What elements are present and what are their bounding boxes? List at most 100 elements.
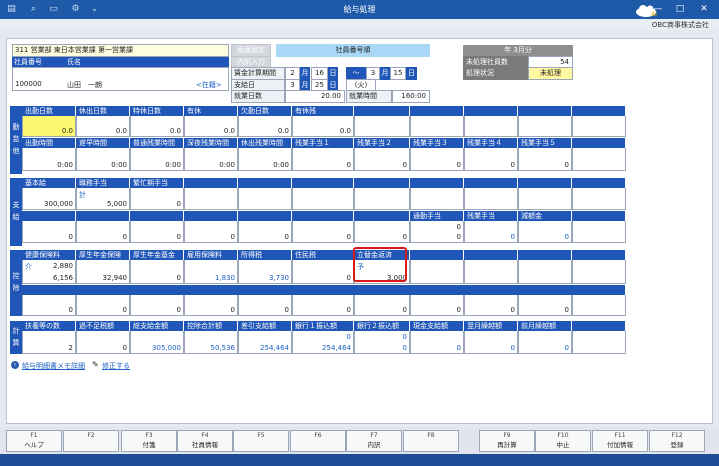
- edit-link[interactable]: 修正する: [102, 361, 130, 371]
- deductions-header: [464, 250, 518, 260]
- department-label: 311 営業部 東日本営業課 第一営業課: [12, 44, 229, 57]
- attendance-header: 遅早時間: [76, 138, 130, 148]
- deductions-value: 0: [122, 306, 127, 314]
- fkey-number: F6: [314, 432, 322, 439]
- payments-cell[interactable]: [238, 188, 292, 210]
- payments-header: [572, 178, 626, 188]
- expand-icon[interactable]: ›: [11, 361, 19, 369]
- sort-order[interactable]: 社員番号順: [276, 44, 430, 57]
- attendance-header: 休出日数: [76, 106, 130, 116]
- payments-header: [410, 178, 464, 188]
- deductions-cell[interactable]: [572, 295, 626, 316]
- employee-code-header: 社員番号: [12, 57, 64, 67]
- workdays-value[interactable]: 20.00: [285, 90, 345, 103]
- deductions-value: 32,940: [102, 274, 128, 282]
- fkey-number: F1: [30, 432, 38, 439]
- attendance-cell[interactable]: [572, 116, 626, 137]
- attendance-value: 0.0: [277, 127, 289, 135]
- workdays-label: 就業日数: [231, 90, 285, 103]
- fkey-number: F8: [427, 432, 435, 439]
- payments-cell[interactable]: [410, 188, 464, 210]
- payments-cell[interactable]: [292, 188, 354, 210]
- totals-header: 扶養等の数: [22, 321, 76, 331]
- attendance-value: 0:00: [273, 161, 289, 169]
- payments-cell[interactable]: [572, 188, 626, 210]
- payments-header: 残業手当: [464, 211, 518, 221]
- deductions-value: 0: [176, 274, 181, 282]
- maximize-icon[interactable]: □: [672, 3, 688, 15]
- status-bar: [0, 454, 719, 466]
- payments-value: 0: [176, 233, 181, 241]
- close-icon[interactable]: ✕: [696, 3, 712, 15]
- attendance-value: 0: [402, 161, 407, 169]
- attendance-header: [464, 106, 518, 116]
- fkey-f8[interactable]: F8: [403, 430, 459, 452]
- deductions-cell[interactable]: [464, 260, 518, 284]
- payments-cell[interactable]: [572, 221, 626, 243]
- attendance-cell[interactable]: [354, 116, 410, 137]
- payments-header: 減額金: [518, 211, 572, 221]
- fkey-f3[interactable]: F3 付箋: [121, 430, 177, 452]
- attendance-header: [572, 138, 626, 148]
- payments-cell[interactable]: [518, 188, 572, 210]
- fkey-f5[interactable]: F5: [233, 430, 289, 452]
- fkey-f1[interactable]: F1 ヘルプ: [6, 430, 62, 452]
- fkey-f12[interactable]: F12 登録: [649, 430, 705, 452]
- deductions-value: 0: [564, 306, 569, 314]
- payments-cell[interactable]: [464, 188, 518, 210]
- pencil-icon[interactable]: ✎: [92, 360, 99, 369]
- fkey-f7[interactable]: F7 内訳: [346, 430, 402, 452]
- fkey-label: 付加情報: [607, 441, 633, 449]
- fkey-number: F10: [557, 432, 569, 439]
- attendance-cell[interactable]: [410, 116, 464, 137]
- fkey-f11[interactable]: F11 付加情報: [592, 430, 648, 452]
- fkey-f9[interactable]: F9 再計算: [479, 430, 535, 452]
- totals-header: 過不足税額: [76, 321, 130, 331]
- deductions-header: 所得税: [238, 250, 292, 260]
- totals-value: 0: [402, 344, 407, 352]
- deductions-cell[interactable]: [572, 260, 626, 284]
- payments-value: 0: [284, 233, 289, 241]
- totals-top-value: 0: [346, 333, 351, 341]
- deductions-cell[interactable]: [518, 260, 572, 284]
- totals-header: 銀行２振込額: [354, 321, 410, 331]
- attendance-header: 特休日数: [130, 106, 184, 116]
- payments-header: [518, 178, 572, 188]
- period-to-day[interactable]: 15: [390, 67, 406, 80]
- attendance-cell[interactable]: [464, 116, 518, 137]
- process-status: 未処理: [528, 67, 573, 80]
- deductions-value: 0: [68, 306, 73, 314]
- payments-cell[interactable]: [354, 188, 410, 210]
- totals-value: 254,464: [260, 344, 289, 352]
- fkey-number: F12: [671, 432, 683, 439]
- totals-value: 0: [510, 344, 515, 352]
- fkey-number: F2: [87, 432, 95, 439]
- payments-cell[interactable]: [184, 188, 238, 210]
- attendance-header: [518, 106, 572, 116]
- deductions-side-char: 除: [12, 284, 20, 292]
- deductions-spacer: [22, 285, 626, 295]
- fkey-f4[interactable]: F4 社員情報: [177, 430, 233, 452]
- deductions-header: 住民税: [292, 250, 354, 260]
- attendance-value: 0.0: [61, 127, 73, 135]
- memo-detail-link[interactable]: 給与明細書メモ詳細: [22, 361, 85, 371]
- payments-header: [184, 211, 238, 221]
- deductions-header: 健康保険料: [22, 250, 76, 260]
- attendance-cell[interactable]: [518, 116, 572, 137]
- attendance-value: 0:00: [57, 161, 73, 169]
- workhours-value[interactable]: 160:00: [392, 90, 430, 103]
- payments-side-char: 給: [12, 213, 20, 221]
- fkey-f10[interactable]: F10 中止: [535, 430, 591, 452]
- totals-header: 前月繰越額: [518, 321, 572, 331]
- employee-name-header: 氏名: [64, 57, 229, 67]
- attendance-header: [354, 106, 410, 116]
- attendance-cell[interactable]: [572, 148, 626, 171]
- attendance-value: 0.0: [115, 127, 127, 135]
- totals-header: 差引支給額: [238, 321, 292, 331]
- totals-cell[interactable]: [572, 331, 626, 354]
- fkey-f2[interactable]: F2: [63, 430, 119, 452]
- fkey-f6[interactable]: F6: [290, 430, 346, 452]
- totals-side-char: 算: [12, 338, 20, 347]
- fkey-number: F5: [257, 432, 265, 439]
- deductions-cell[interactable]: [410, 260, 464, 284]
